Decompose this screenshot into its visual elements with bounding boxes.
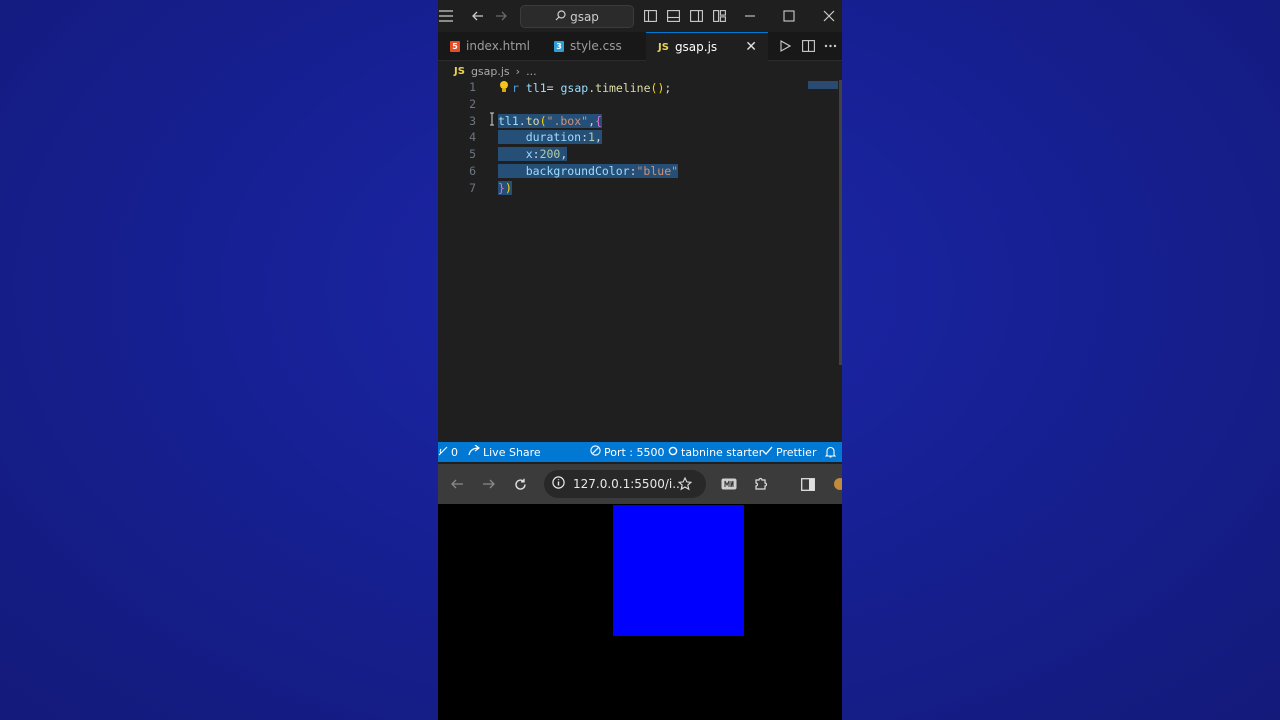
search-label: gsap xyxy=(570,9,599,24)
code-line: 6 backgroundColor:"blue" xyxy=(438,164,838,180)
tab-style-css[interactable]: 3 style.css xyxy=(554,32,644,60)
run-icon[interactable] xyxy=(775,36,795,56)
code-line: 1 r tl1= gsap.timeline(); xyxy=(438,80,838,96)
code-text: tl1.to(".box",{ xyxy=(498,114,602,128)
css-file-icon: 3 xyxy=(554,40,564,52)
breadcrumb-separator: › xyxy=(515,64,521,78)
search-icon xyxy=(555,9,566,24)
code-text: x:200, xyxy=(498,147,568,161)
line-number: 2 xyxy=(469,97,476,111)
tabnine-icon xyxy=(668,446,678,459)
split-editor-icon[interactable] xyxy=(798,36,818,56)
breadcrumb: JS gsap.js › ... xyxy=(454,63,537,79)
profile-avatar[interactable] xyxy=(828,474,842,494)
menu-icon[interactable] xyxy=(438,6,456,26)
code-text: backgroundColor:"blue" xyxy=(498,164,679,178)
ports-status[interactable]: 0 xyxy=(438,442,458,462)
vertical-scrollbar[interactable] xyxy=(839,80,842,365)
bell-icon[interactable] xyxy=(825,442,836,462)
code-text: r tl1= gsap.timeline(); xyxy=(498,80,671,95)
toggle-secondary-sidebar-icon[interactable] xyxy=(686,6,706,26)
live-share-button[interactable]: Live Share xyxy=(468,442,541,462)
animated-box xyxy=(613,505,744,636)
toggle-panel-icon[interactable] xyxy=(663,6,683,26)
broadcast-icon xyxy=(438,446,448,459)
code-editor[interactable]: 1 r tl1= gsap.timeline(); 2 3 tl1.to(".b… xyxy=(438,80,842,442)
site-info-icon[interactable] xyxy=(552,476,565,492)
side-panel-icon[interactable] xyxy=(798,474,818,494)
js-file-icon: JS xyxy=(454,65,465,77)
extension-m-icon[interactable] xyxy=(719,474,739,494)
browser-toolbar: 127.0.0.1:5500/i... xyxy=(438,464,842,504)
back-arrow-icon[interactable] xyxy=(468,6,488,26)
check-icon xyxy=(762,446,773,459)
forward-arrow-icon[interactable] xyxy=(491,6,511,26)
line-number: 4 xyxy=(469,130,476,144)
minimap[interactable] xyxy=(804,80,842,442)
title-bar: gsap xyxy=(438,0,842,32)
live-share-icon xyxy=(468,444,480,459)
tab-gsap-js[interactable]: JS gsap.js ✕ xyxy=(646,32,768,61)
toggle-sidebar-icon[interactable] xyxy=(640,6,660,26)
minimize-icon[interactable] xyxy=(740,6,760,26)
line-number: 1 xyxy=(469,80,476,94)
line-number: 5 xyxy=(469,147,476,161)
code-text: }) xyxy=(498,181,512,195)
customize-layout-icon[interactable] xyxy=(709,6,729,26)
more-actions-icon[interactable] xyxy=(820,36,840,56)
code-line: 2 xyxy=(438,97,838,113)
html-file-icon: 5 xyxy=(450,40,460,52)
tab-bar: 5 index.html 3 style.css JS gsap.js ✕ xyxy=(438,32,842,61)
browser-back-icon[interactable] xyxy=(447,474,467,494)
close-window-icon[interactable] xyxy=(819,6,839,26)
tab-label: index.html xyxy=(466,39,530,53)
code-text: duration:1, xyxy=(498,130,602,144)
bookmark-star-icon[interactable] xyxy=(675,474,695,494)
code-line: 5 x:200, xyxy=(438,147,838,163)
vscode-window: gsap 5 index.html 3 style.css JS gsap.js… xyxy=(438,0,842,720)
breadcrumb-more[interactable]: ... xyxy=(526,65,537,78)
maximize-icon[interactable] xyxy=(779,6,799,26)
extensions-puzzle-icon[interactable] xyxy=(751,474,771,494)
tabnine-status[interactable]: tabnine starter xyxy=(668,442,763,462)
line-number: 6 xyxy=(469,164,476,178)
code-line: 7 }) xyxy=(438,181,838,197)
code-line: 4 duration:1, xyxy=(438,130,838,146)
browser-forward-icon[interactable] xyxy=(478,474,498,494)
tab-label: gsap.js xyxy=(674,40,718,54)
browser-viewport xyxy=(438,504,842,720)
reload-icon[interactable] xyxy=(510,474,530,494)
breadcrumb-file[interactable]: gsap.js xyxy=(471,65,510,78)
no-entry-icon xyxy=(590,445,601,459)
url-text: 127.0.0.1:5500/i... xyxy=(573,477,684,491)
code-line: 3 tl1.to(".box",{ xyxy=(438,114,838,130)
prettier-status[interactable]: Prettier xyxy=(762,442,816,462)
line-number: 7 xyxy=(469,181,476,195)
lightbulb-icon[interactable] xyxy=(498,80,512,94)
tab-label: style.css xyxy=(570,39,622,53)
text-cursor-icon xyxy=(489,112,495,126)
command-center-search[interactable]: gsap xyxy=(520,5,634,28)
live-server-port[interactable]: Port : 5500 xyxy=(590,442,665,462)
js-file-icon: JS xyxy=(658,41,669,53)
close-tab-icon[interactable]: ✕ xyxy=(745,39,757,55)
tab-index-html[interactable]: 5 index.html xyxy=(450,32,542,60)
line-number: 3 xyxy=(469,114,476,128)
status-bar: 0 Live Share Port : 5500 tabnine starter… xyxy=(438,442,842,462)
